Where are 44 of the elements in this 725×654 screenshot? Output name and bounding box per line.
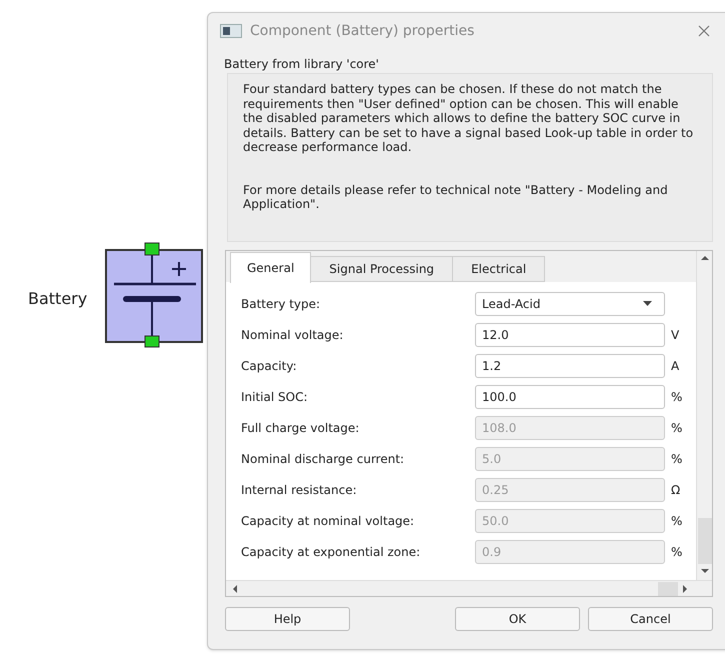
vertical-scrollbar[interactable] [696, 251, 712, 580]
unit-label: % [671, 420, 682, 436]
scroll-down-icon[interactable] [700, 568, 708, 574]
unit-label: % [671, 388, 682, 406]
unit-label: % [671, 512, 682, 530]
parameter-label: Capacity at nominal voltage: [241, 512, 416, 530]
description-text: Four standard battery types can be chosen. If these do not match the requirements then "User defined" option can be chosen. This will enable the disabled parameters which allows to define the battery SOC curve in details. Battery can be set to have a signal based Look-up table in order to decrease performance load. [243, 82, 694, 154]
unit-label: V [671, 326, 680, 344]
window-icon [220, 24, 242, 38]
input-field[interactable]: 1.2 [475, 354, 665, 378]
tab[interactable]: Signal Processing [311, 256, 454, 282]
parameter-label: Capacity at exponential zone: [241, 544, 422, 560]
tab[interactable]: Electrical [453, 256, 546, 282]
scroll-right-icon[interactable] [682, 584, 688, 592]
unit-label: % [671, 544, 682, 560]
input-field[interactable]: 12.0 [475, 322, 665, 346]
cancel-button[interactable]: Cancel [588, 607, 713, 631]
ok-button[interactable]: OK [455, 607, 580, 631]
close-icon[interactable] [698, 25, 710, 37]
scroll-left-icon[interactable] [232, 584, 238, 592]
parameter-label: Internal resistance: [241, 482, 358, 498]
unit-label: % [671, 450, 682, 468]
unit-label: A [671, 358, 680, 374]
horizontal-scrollbar[interactable] [226, 580, 712, 596]
caret-icon[interactable] [643, 301, 652, 306]
help-button[interactable]: Help [225, 607, 350, 631]
component-label: Battery [28, 288, 88, 310]
dropdown[interactable]: Lead-Acid [475, 292, 665, 316]
scrollbar-thumb[interactable] [698, 518, 712, 564]
parameter-label: Nominal voltage: [241, 326, 344, 344]
parameter-label: Full charge voltage: [241, 420, 360, 436]
library-subtitle: Battery from library 'core' [223, 56, 380, 73]
unit-label: Ω [671, 482, 680, 498]
tab[interactable]: General [230, 252, 312, 283]
battery-symbol-drawing[interactable] [104, 242, 204, 348]
window-title: Component (Battery) properties [250, 22, 474, 40]
note-text: For more details please refer to technical note "Battery - Modeling and Application". [243, 182, 669, 212]
input-field[interactable]: 100.0 [475, 384, 665, 408]
scroll-up-icon[interactable] [700, 255, 708, 261]
parameter-label: Capacity: [241, 358, 298, 374]
parameter-label: Battery type: [241, 296, 322, 312]
parameter-label: Nominal discharge current: [241, 450, 406, 468]
scrollbar-thumb[interactable] [658, 582, 678, 596]
parameter-label: Initial SOC: [241, 388, 309, 406]
